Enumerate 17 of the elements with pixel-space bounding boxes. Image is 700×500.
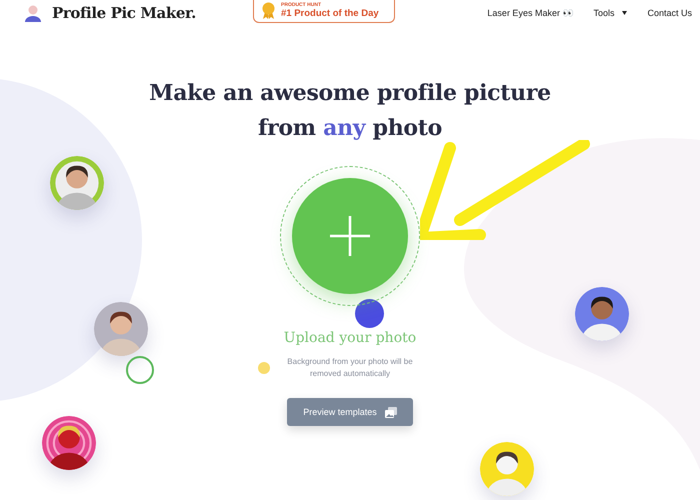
upload-note: Background from your photo will be removed automatically (286, 356, 414, 380)
upload-label: Upload your photo (284, 330, 416, 346)
medal-icon (262, 2, 275, 18)
nav-link[interactable]: Contact Us (647, 8, 692, 18)
preview-templates-button[interactable]: Preview templates (287, 398, 413, 426)
nav-link[interactable]: Laser Eyes Maker 👀 (487, 8, 574, 18)
plus-icon (330, 216, 370, 256)
caret-icon (622, 11, 628, 15)
dot-shape (355, 299, 384, 328)
headline: Make an awesome profile picture from any photo (148, 79, 552, 143)
images-icon (384, 406, 397, 418)
ring-shape (126, 356, 154, 384)
upload-button[interactable] (280, 166, 420, 306)
logo[interactable]: Profile Pic Maker. (52, 4, 196, 22)
tools-menu[interactable]: Tools (593, 8, 628, 18)
badge-title: #1 Product of the Day (281, 8, 379, 18)
dot-shape (258, 362, 270, 374)
